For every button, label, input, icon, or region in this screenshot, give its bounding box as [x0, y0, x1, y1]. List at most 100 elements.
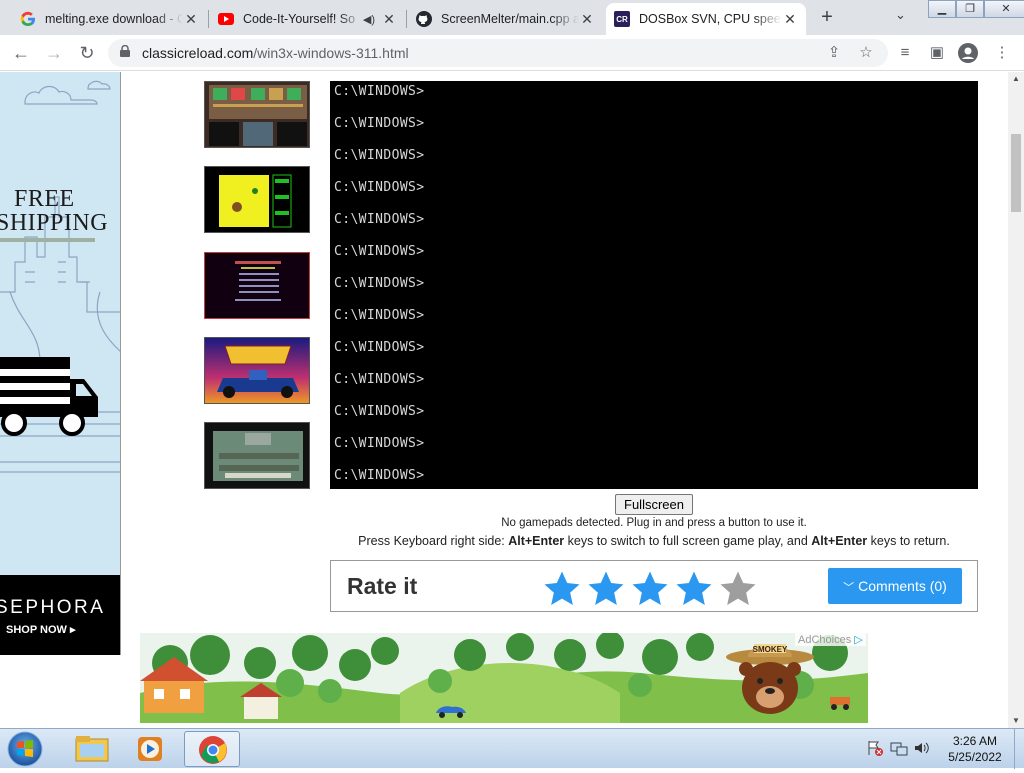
dos-prompt-line: C:\WINDOWS> — [334, 84, 425, 99]
tab-close-icon[interactable]: ✕ — [579, 11, 595, 28]
clock-date: 5/25/2022 — [948, 750, 1002, 764]
forward-button[interactable]: → — [43, 42, 65, 64]
star-5-icon[interactable] — [718, 569, 758, 609]
network-icon[interactable] — [890, 739, 908, 757]
scroll-thumb[interactable] — [1011, 134, 1021, 212]
comments-label: Comments (0) — [858, 578, 947, 594]
minimize-button[interactable]: ▁ — [928, 0, 956, 18]
ad-brand-block[interactable]: SEPHORA SHOP NOW ▸ — [0, 575, 120, 655]
bookmark-star-icon[interactable]: ☆ — [856, 43, 876, 63]
tab-title: DOSBox SVN, CPU speed — [639, 12, 782, 26]
system-clock[interactable]: 3:26 AM 5/25/2022 — [940, 733, 1010, 765]
new-tab-button[interactable]: + — [815, 6, 839, 30]
page-scrollbar[interactable]: ▲ ▼ — [1008, 72, 1024, 728]
thumbnail-1[interactable] — [204, 81, 310, 148]
ad-headline-line2: SHIPPING — [0, 210, 109, 236]
taskbar-explorer[interactable] — [64, 731, 120, 767]
fullscreen-button[interactable]: Fullscreen — [615, 494, 693, 515]
city-truck-illustration — [0, 80, 120, 473]
ad-brand-name: SEPHORA — [0, 597, 106, 618]
reload-button[interactable]: ↻ — [76, 42, 98, 64]
browser-toolbar: ← → ↻ classicreload.com/win3x-windows-31… — [0, 35, 1024, 71]
lock-icon[interactable] — [120, 45, 130, 57]
tab-strip: melting.exe download - C ✕ Code-It-Yours… — [0, 0, 1024, 35]
restore-button[interactable]: ❐ — [956, 0, 984, 18]
taskbar-media-player[interactable] — [122, 731, 178, 767]
back-button[interactable]: ← — [10, 42, 32, 64]
dos-prompt-line: C:\WINDOWS> — [334, 116, 425, 131]
smokey-hat-sign: SMOKEY — [753, 645, 788, 654]
ad-headline-line1: FREE — [14, 186, 75, 212]
dos-prompt-line: C:\WINDOWS> — [334, 276, 425, 291]
tab-screenmelter[interactable]: ScreenMelter/main.cpp at ✕ — [408, 3, 603, 35]
media-player-icon — [138, 737, 162, 761]
star-1-icon[interactable] — [542, 569, 582, 609]
tab-title: Code-It-Yourself! So — [243, 12, 356, 26]
dos-prompt-line: C:\WINDOWS> — [334, 340, 425, 355]
dos-prompt-line: C:\WINDOWS> — [334, 308, 425, 323]
dos-prompt-line: C:\WINDOWS> — [334, 244, 425, 259]
tab-code-it-yourself[interactable]: Code-It-Yourself! So ◀) ✕ — [210, 3, 405, 35]
dos-prompt-line: C:\WINDOWS> — [334, 436, 425, 451]
youtube-icon — [218, 11, 234, 27]
tab-melting-download[interactable]: melting.exe download - C ✕ — [12, 3, 207, 35]
github-icon — [416, 11, 432, 27]
thumbnail-3[interactable] — [204, 252, 310, 319]
star-2-icon[interactable] — [586, 569, 626, 609]
kebab-menu-icon[interactable]: ⋮ — [992, 43, 1012, 63]
address-bar[interactable]: classicreload.com/win3x-windows-311.html… — [108, 39, 888, 67]
page-content: FREE SHIPPING SEPHORA SHOP NOW ▸ C:\WIND… — [0, 72, 1008, 728]
dosbox-emulator-screen[interactable]: C:\WINDOWS> C:\WINDOWS> C:\WINDOWS> C:\W… — [330, 81, 978, 489]
star-3-icon[interactable] — [630, 569, 670, 609]
chrome-icon — [199, 736, 227, 764]
tab-title: ScreenMelter/main.cpp at — [441, 12, 579, 26]
dos-prompt-line: C:\WINDOWS> — [334, 148, 425, 163]
start-button[interactable] — [6, 730, 44, 768]
taskbar-chrome[interactable] — [184, 731, 240, 767]
ad-bottom-banner[interactable]: SMOKEY — [140, 633, 868, 723]
ad-left-banner[interactable]: FREE SHIPPING SEPHORA SHOP NOW ▸ — [0, 72, 121, 655]
tab-close-icon[interactable]: ✕ — [782, 11, 798, 28]
window-controls: ▁ ❐ ✕ — [928, 0, 1024, 18]
side-panel-icon[interactable]: ▣ — [927, 43, 947, 63]
media-control-icon[interactable]: ≡ — [895, 43, 915, 63]
dos-prompt-line: C:\WINDOWS> — [334, 372, 425, 387]
gamepad-notice: No gamepads detected. Plug in and press … — [501, 517, 807, 529]
smokey-bear-forest-illustration: SMOKEY — [140, 633, 868, 723]
tab-close-icon[interactable]: ✕ — [183, 11, 199, 28]
tab-close-icon[interactable]: ✕ — [381, 11, 397, 28]
scroll-up-arrow[interactable]: ▲ — [1008, 72, 1024, 86]
show-desktop-button[interactable] — [1014, 729, 1024, 769]
chevron-down-icon[interactable]: ⌄ — [895, 7, 906, 23]
close-window-button[interactable]: ✕ — [984, 0, 1024, 18]
dosbox-icon: CR — [614, 11, 630, 27]
thumbnail-2[interactable] — [204, 166, 310, 233]
speaker-icon[interactable]: ◀) — [363, 13, 375, 26]
tab-dosbox[interactable]: CR DOSBox SVN, CPU speed ✕ — [606, 3, 806, 35]
thumbnail-4[interactable] — [204, 337, 310, 404]
action-center-flag-icon[interactable] — [866, 739, 884, 757]
tab-title: melting.exe download - C — [45, 12, 183, 26]
star-4-icon[interactable] — [674, 569, 714, 609]
rate-it-label: Rate it — [347, 573, 418, 599]
adchoices-icon: ▷ — [854, 634, 863, 646]
ad-shop-now-link[interactable]: SHOP NOW ▸ — [6, 623, 76, 636]
clock-time: 3:26 AM — [952, 734, 998, 748]
adchoices-link[interactable]: AdChoices ▷ — [795, 633, 866, 646]
rating-panel: Rate it ﹀ Comments (0) — [330, 560, 978, 612]
volume-icon[interactable] — [913, 739, 931, 757]
keyboard-hint: Press Keyboard right side: Alt+Enter key… — [358, 534, 950, 548]
dos-prompt-line: C:\WINDOWS> — [334, 404, 425, 419]
url-text[interactable]: classicreload.com/win3x-windows-311.html — [142, 45, 409, 61]
dos-prompt-line: C:\WINDOWS> — [334, 180, 425, 195]
share-icon[interactable]: ⇪ — [824, 43, 844, 63]
windows-taskbar: 3:26 AM 5/25/2022 — [0, 728, 1024, 769]
chevron-down-icon: ﹀ — [843, 582, 855, 594]
folder-icon — [75, 736, 109, 762]
comments-button[interactable]: ﹀ Comments (0) — [828, 568, 962, 604]
google-icon — [20, 11, 36, 27]
scroll-down-arrow[interactable]: ▼ — [1008, 714, 1024, 728]
thumbnail-5[interactable] — [204, 422, 310, 489]
dos-prompt-line: C:\WINDOWS> — [334, 212, 425, 227]
profile-avatar-icon[interactable] — [958, 43, 978, 63]
